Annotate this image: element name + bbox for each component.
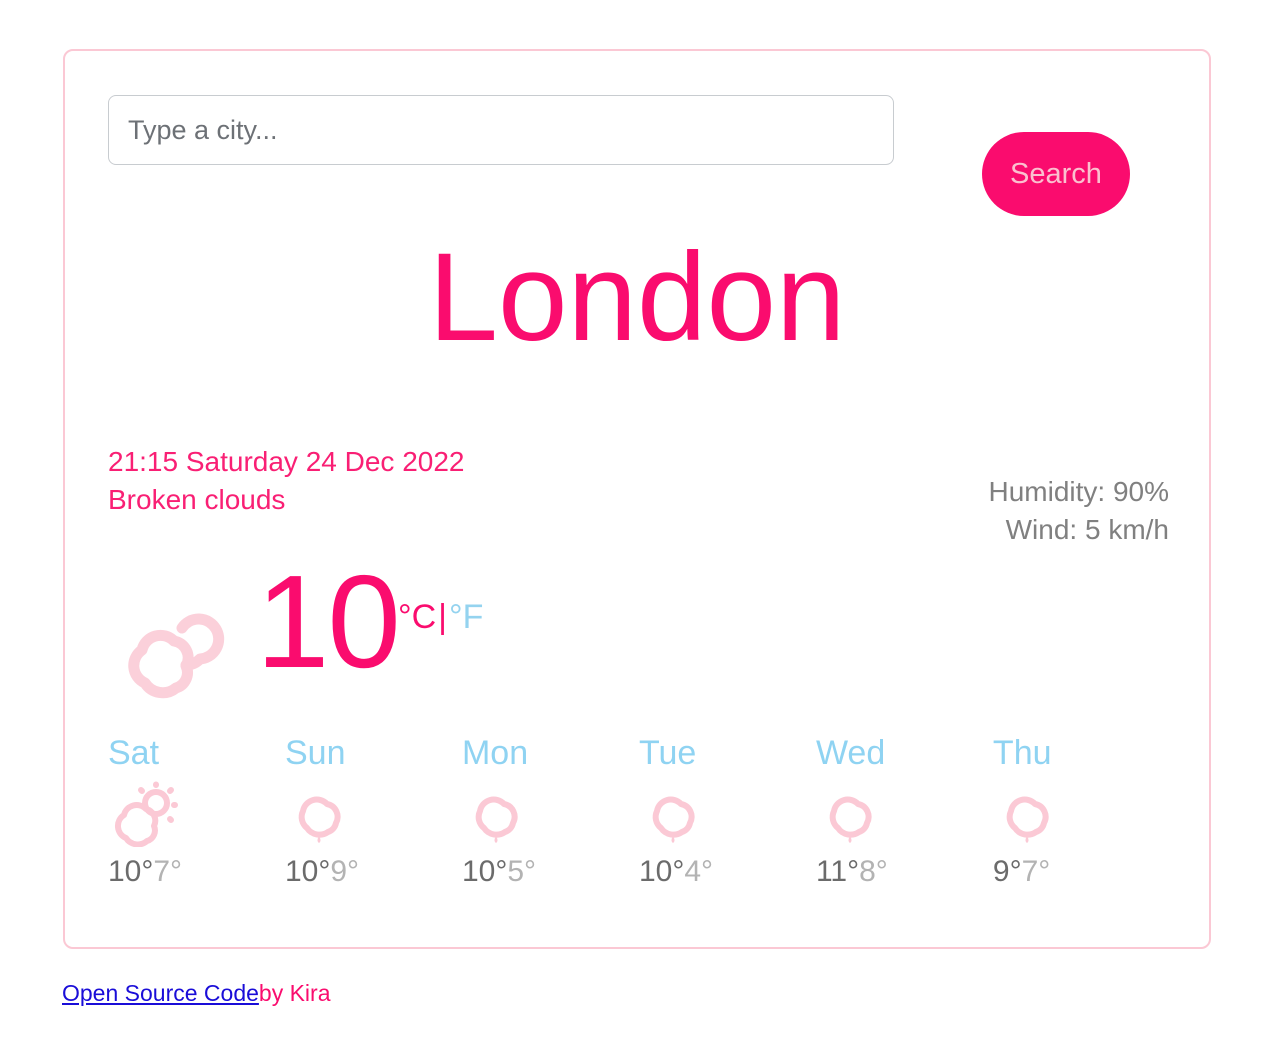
forecast-day: Tue 10°4°: [639, 731, 816, 891]
forecast-day-name: Thu: [992, 734, 1052, 772]
rain-cloud-icon: [639, 781, 719, 847]
forecast-temp-min: 5°: [507, 855, 537, 888]
forecast-temp-max: 10°: [638, 855, 685, 888]
forecast-day: Sat 10°7°: [108, 731, 285, 891]
forecast-day-temps: 11°8°: [816, 853, 993, 891]
forecast-day-temps: 9°7°: [993, 853, 1170, 891]
rain-cloud-icon: [285, 781, 365, 847]
forecast-day-name: Sun: [284, 734, 346, 772]
broken-clouds-icon: [108, 606, 228, 708]
forecast-day-name: Tue: [638, 734, 697, 772]
current-conditions-meta: 21:15 Saturday 24 Dec 2022 Broken clouds: [108, 443, 464, 519]
forecast-day-name: Sat: [108, 734, 160, 772]
forecast-temp-max: 10°: [108, 855, 154, 888]
current-temperature-value: 10: [256, 548, 401, 695]
forecast-temp-min: 9°: [330, 855, 360, 888]
unit-toggle[interactable]: °C|°F: [398, 600, 483, 634]
current-temperature-row: 10 °C|°F: [108, 548, 708, 699]
forecast-day-temps: 10°9°: [285, 853, 462, 891]
city-title: London: [428, 228, 846, 367]
search-button[interactable]: Search: [982, 132, 1130, 216]
forecast-temp-max: 10°: [461, 855, 508, 888]
forecast-temp-max: 9°: [992, 855, 1022, 888]
rain-cloud-icon: [462, 781, 542, 847]
unit-celsius: °C: [398, 598, 437, 636]
current-description: Broken clouds: [108, 484, 286, 515]
forecast-temp-min: 7°: [1021, 855, 1051, 888]
forecast-row: Sat 10°7° Sun 10°9° Mon 10°5° Tue 10°4° …: [108, 731, 1170, 891]
unit-fahrenheit-link[interactable]: °F: [449, 598, 483, 636]
open-source-code-link[interactable]: Open Source Code: [62, 980, 259, 1006]
unit-separator: |: [438, 598, 447, 636]
forecast-day-temps: 10°4°: [639, 853, 816, 891]
footer: Open Source Codeby Kira: [62, 978, 331, 1008]
forecast-day-name: Mon: [461, 734, 529, 772]
forecast-day-temps: 10°7°: [108, 853, 285, 891]
forecast-day: Wed 11°8°: [816, 731, 993, 891]
forecast-day: Sun 10°9°: [285, 731, 462, 891]
footer-author: by Kira: [258, 980, 331, 1006]
rain-cloud-icon: [993, 781, 1073, 847]
forecast-day-temps: 10°5°: [462, 853, 639, 891]
wind-value: Wind: 5 km/h: [1005, 514, 1169, 545]
forecast-temp-min: 4°: [684, 855, 714, 888]
forecast-temp-max: 11°: [815, 855, 860, 888]
forecast-day: Thu 9°7°: [993, 731, 1170, 891]
humidity-value: Humidity: 90%: [988, 476, 1169, 507]
sun-behind-cloud-icon: [108, 781, 188, 848]
weather-app-page: Search London 21:15 Saturday 24 Dec 2022…: [0, 0, 1274, 1049]
forecast-temp-min: 8°: [859, 855, 888, 888]
forecast-temp-max: 10°: [284, 855, 331, 888]
rain-cloud-icon: [816, 781, 896, 847]
forecast-temp-min: 7°: [153, 855, 183, 888]
weather-card: Search London 21:15 Saturday 24 Dec 2022…: [63, 49, 1211, 949]
current-details: Humidity: 90% Wind: 5 km/h: [988, 473, 1169, 549]
current-datetime: 21:15 Saturday 24 Dec 2022: [108, 446, 465, 477]
search-row: Search: [108, 95, 1168, 216]
search-input[interactable]: [108, 95, 894, 165]
forecast-day: Mon 10°5°: [462, 731, 639, 891]
forecast-day-name: Wed: [815, 734, 886, 772]
